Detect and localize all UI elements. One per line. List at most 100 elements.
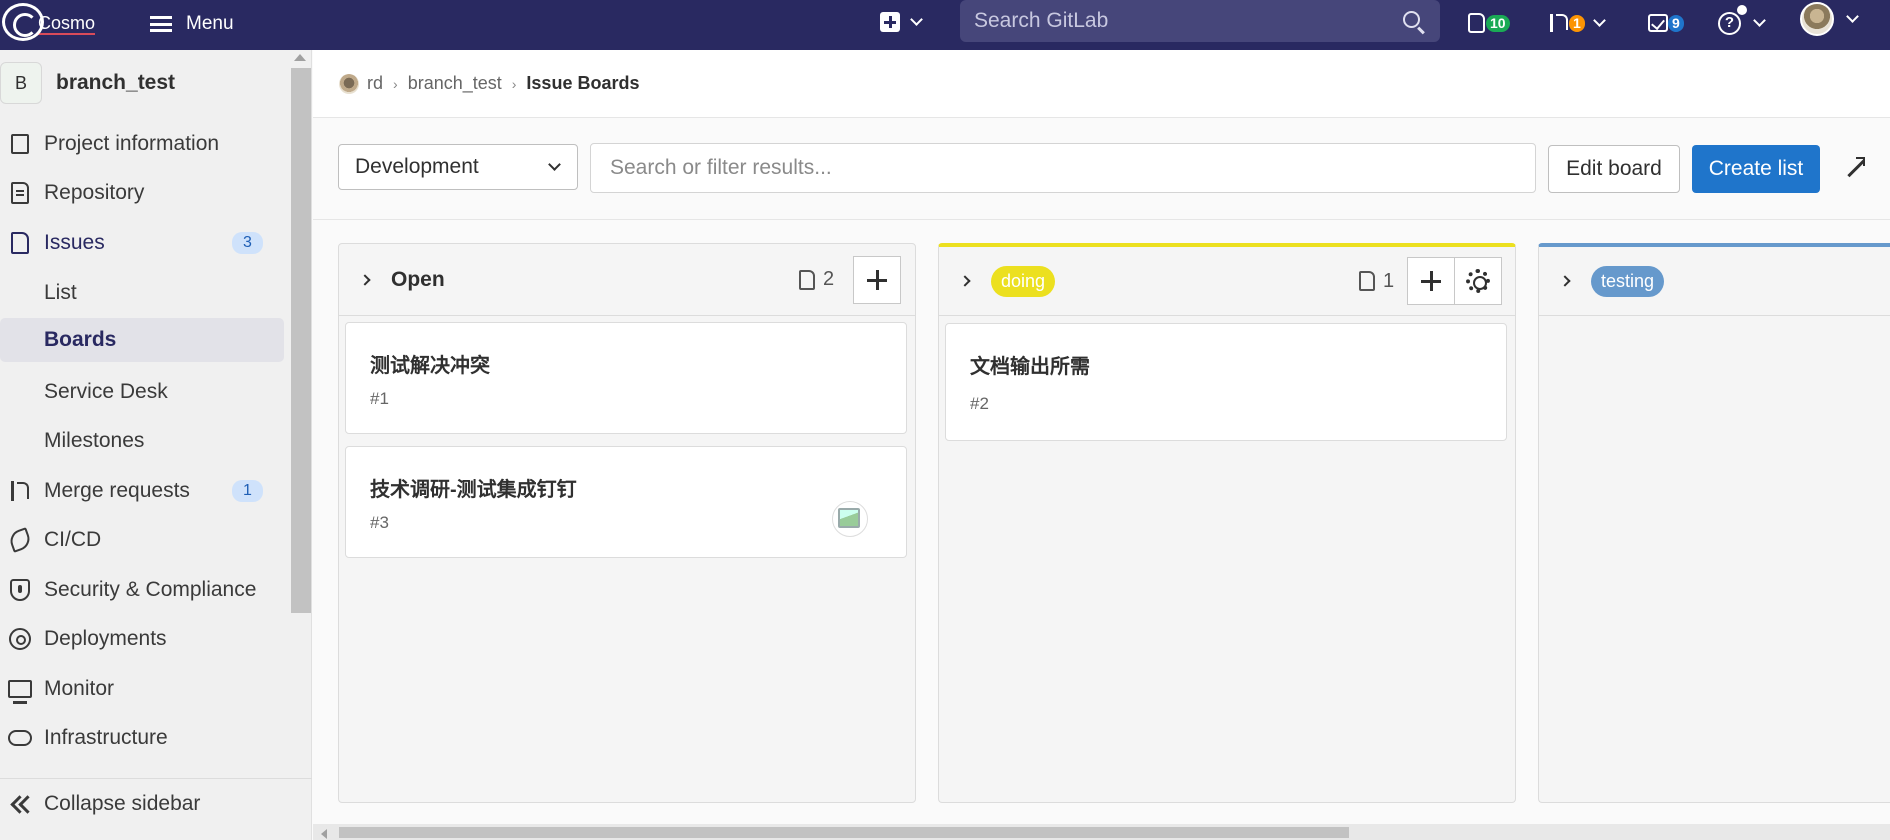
gear-icon	[1466, 269, 1490, 293]
logo-icon	[2, 3, 44, 41]
new-issue-button[interactable]	[853, 256, 901, 304]
sidebar-scrollbar[interactable]	[291, 68, 311, 613]
list-label-pill: doing	[991, 265, 1056, 297]
repository-icon	[8, 181, 32, 205]
assignee-avatar[interactable]	[832, 501, 868, 537]
board-switcher-dropdown[interactable]: Development	[338, 144, 578, 190]
edit-board-button[interactable]: Edit board	[1548, 145, 1680, 193]
board-filter-bar: Development Search or filter results... …	[313, 118, 1890, 220]
sidebar-item-deployments[interactable]: Deployments	[0, 617, 284, 661]
todos-link[interactable]: 9	[1648, 8, 1684, 38]
project-name: branch_test	[56, 71, 176, 94]
sidebar-item-infrastructure[interactable]: Infrastructure	[0, 716, 284, 760]
new-issue-button[interactable]	[1407, 257, 1455, 305]
chevron-right-icon[interactable]	[359, 273, 371, 286]
issue-count: 2	[799, 268, 834, 291]
user-avatar	[1800, 2, 1834, 36]
create-list-button[interactable]: Create list	[1692, 145, 1820, 193]
chevron-right-icon[interactable]	[1559, 275, 1571, 287]
chevron-down-icon	[548, 158, 561, 171]
help-symbol: ?	[1724, 13, 1735, 31]
user-menu[interactable]	[1800, 1, 1859, 37]
board-list-header: doing 1	[939, 247, 1515, 316]
chevron-down-icon	[910, 13, 923, 26]
sidebar-item-label: Deployments	[44, 627, 167, 650]
monitor-icon	[8, 677, 32, 704]
issues-icon	[1468, 13, 1485, 33]
merge-requests-count-badge: 1	[232, 480, 263, 502]
sidebar-item-ci-cd[interactable]: CI/CD	[0, 518, 284, 562]
cosmo-logo[interactable]: Cosmo	[2, 2, 114, 42]
chevron-right-icon[interactable]	[959, 275, 971, 287]
breadcrumb-group-link[interactable]: rd	[367, 73, 383, 94]
help-dropdown[interactable]: ?	[1718, 4, 1766, 38]
issue-card[interactable]: 测试解决冲突 #1	[345, 322, 907, 434]
todo-count-badge: 9	[1668, 14, 1684, 32]
project-header[interactable]: B branch_test	[0, 60, 175, 106]
sidebar-item-issues[interactable]: Issues 3	[0, 221, 284, 265]
issue-card[interactable]: 文档输出所需 #2	[945, 323, 1507, 441]
sidebar-item-project-information[interactable]: Project information	[0, 122, 284, 166]
sidebar-item-label: Merge requests	[44, 479, 190, 502]
list-title: Open	[391, 267, 445, 291]
issues-link[interactable]: 10	[1468, 8, 1510, 38]
scrollbar-thumb[interactable]	[339, 827, 1349, 838]
scroll-left-arrow-icon[interactable]	[321, 829, 327, 839]
sidebar-item-merge-requests[interactable]: Merge requests 1	[0, 469, 284, 513]
deployments-icon	[8, 627, 32, 651]
breadcrumb: rd › branch_test › Issue Boards	[313, 50, 1890, 118]
sidebar-item-monitor[interactable]: Monitor	[0, 667, 284, 711]
issue-number: #2	[970, 394, 989, 413]
shield-icon	[8, 578, 32, 602]
filter-placeholder: Search or filter results...	[610, 156, 832, 179]
sidebar-subitem-list[interactable]: List	[0, 271, 284, 315]
scroll-up-arrow-icon[interactable]	[294, 54, 306, 61]
hamburger-icon	[150, 16, 172, 32]
project-info-icon	[8, 132, 32, 156]
mr-count-badge: 1	[1569, 14, 1585, 32]
global-search-input[interactable]: Search GitLab	[960, 0, 1440, 42]
breadcrumb-separator: ›	[511, 75, 517, 92]
sidebar-item-label: Monitor	[44, 677, 115, 700]
list-label-pill: testing	[1591, 265, 1665, 297]
issues-icon	[8, 231, 32, 255]
list-settings-button[interactable]	[1454, 257, 1502, 305]
sidebar-item-security-compliance[interactable]: Security & Compliance	[0, 568, 284, 612]
chevron-down-icon	[1592, 14, 1606, 27]
board-list-header: testing	[1539, 247, 1890, 316]
sidebar-subitem-service-desk[interactable]: Service Desk	[0, 370, 284, 414]
sidebar-subitem-boards[interactable]: Boards	[0, 318, 284, 362]
issue-title[interactable]: 技术调研-测试集成钉钉	[370, 473, 577, 502]
merge-requests-dropdown[interactable]: 1	[1549, 8, 1606, 38]
issue-card[interactable]: 技术调研-测试集成钉钉 #3	[345, 446, 907, 558]
issues-icon	[1359, 271, 1375, 291]
logo-text: Cosmo	[38, 12, 96, 35]
plus-icon	[867, 270, 887, 290]
sidebar-subitem-milestones[interactable]: Milestones	[0, 419, 284, 463]
board-list-testing: testing	[1538, 243, 1890, 803]
issue-title[interactable]: 文档输出所需	[970, 350, 1090, 379]
breadcrumb-separator: ›	[393, 75, 398, 92]
issue-count-value: 2	[823, 268, 835, 290]
issues-count-badge: 3	[232, 232, 263, 254]
fullscreen-expand-icon[interactable]	[1843, 157, 1865, 178]
menu-button[interactable]: Menu	[150, 8, 234, 40]
breadcrumb-current[interactable]: Issue Boards	[526, 73, 639, 94]
rocket-icon	[7, 527, 33, 553]
breadcrumb-project-link[interactable]: branch_test	[408, 73, 502, 94]
todo-check-icon	[1648, 14, 1668, 32]
board-horizontal-scrollbar[interactable]	[313, 824, 1890, 840]
board-main: rd › branch_test › Issue Boards Developm…	[313, 50, 1890, 840]
sidebar-item-label: Project information	[44, 132, 220, 155]
issue-number: #1	[370, 389, 389, 408]
sidebar-item-repository[interactable]: Repository	[0, 171, 284, 215]
sidebar-item-label: Repository	[44, 181, 145, 204]
board-list-open: Open 2 测试解决冲突 #1 技术调研-测试集成钉钉 #3	[338, 243, 916, 803]
sidebar-item-label: Boards	[44, 328, 117, 351]
cloud-icon	[8, 726, 32, 750]
filter-search-input[interactable]: Search or filter results...	[590, 143, 1536, 193]
issues-icon	[799, 269, 815, 290]
create-new-dropdown[interactable]	[880, 12, 923, 32]
collapse-sidebar-button[interactable]: Collapse sidebar	[0, 778, 312, 828]
issue-title[interactable]: 测试解决冲突	[370, 349, 490, 378]
